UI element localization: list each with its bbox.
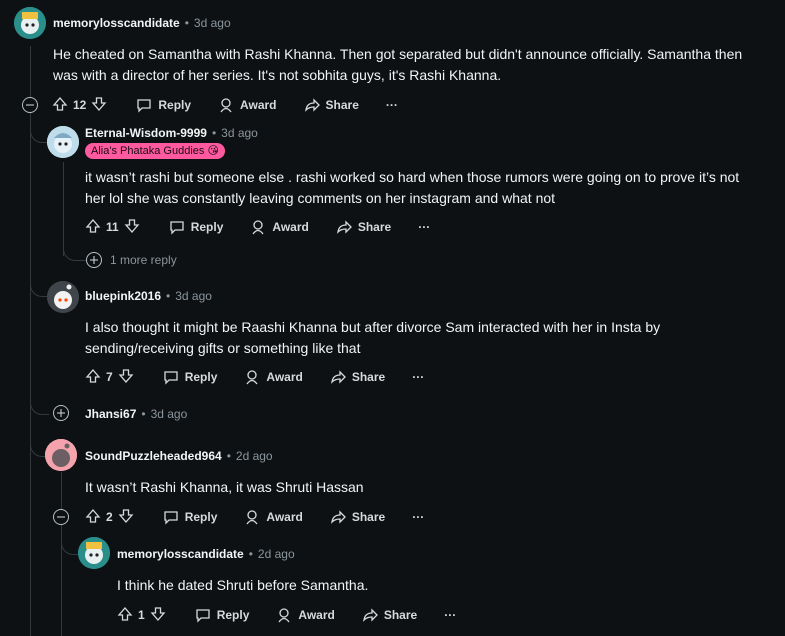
award-button[interactable]: Award bbox=[218, 97, 277, 113]
username[interactable]: SoundPuzzleheaded964 bbox=[85, 449, 222, 463]
comment-body: He cheated on Samantha with Rashi Khanna… bbox=[53, 46, 743, 83]
reply-button[interactable]: Reply bbox=[163, 509, 217, 525]
separator-dot: • bbox=[211, 126, 217, 140]
award-button[interactable]: Award bbox=[244, 509, 303, 525]
share-icon bbox=[304, 98, 320, 112]
downvote-icon[interactable] bbox=[118, 368, 134, 387]
username[interactable]: Eternal-Wisdom-9999 bbox=[85, 126, 207, 140]
more-replies-label: 1 more reply bbox=[110, 253, 177, 267]
avatar[interactable] bbox=[47, 126, 79, 158]
vote-score: 12 bbox=[73, 98, 87, 112]
award-icon bbox=[246, 370, 258, 385]
upvote-icon[interactable] bbox=[85, 508, 101, 527]
separator-dot: • bbox=[184, 16, 189, 30]
username[interactable]: bluepink2016 bbox=[85, 289, 161, 303]
upvote-icon[interactable] bbox=[117, 606, 133, 625]
downvote-icon[interactable] bbox=[91, 96, 107, 115]
reply-button[interactable]: Reply bbox=[136, 97, 191, 113]
share-icon bbox=[362, 608, 378, 622]
collapse-toggle[interactable] bbox=[22, 97, 38, 113]
reply-button[interactable]: Reply bbox=[169, 219, 223, 235]
share-icon bbox=[336, 220, 352, 234]
timestamp[interactable]: 2d ago bbox=[236, 449, 273, 463]
separator-dot: • bbox=[141, 407, 146, 421]
award-icon bbox=[220, 98, 232, 113]
share-button[interactable]: Share bbox=[330, 369, 385, 385]
expand-toggle[interactable] bbox=[53, 405, 69, 421]
more-options-button[interactable]: ··· bbox=[412, 370, 424, 384]
award-icon bbox=[278, 608, 290, 623]
reply-button[interactable]: Reply bbox=[195, 607, 249, 623]
collapse-toggle[interactable] bbox=[53, 509, 69, 525]
award-button[interactable]: Award bbox=[250, 219, 309, 235]
timestamp[interactable]: 2d ago bbox=[258, 547, 295, 561]
upvote-icon[interactable] bbox=[52, 96, 68, 115]
avatar[interactable] bbox=[78, 537, 110, 569]
comment-body: It wasn’t Rashi Khanna, it was Shruti Ha… bbox=[85, 479, 364, 495]
upvote-icon[interactable] bbox=[85, 368, 101, 387]
downvote-icon[interactable] bbox=[150, 606, 166, 625]
vote-score: 1 bbox=[138, 608, 145, 622]
share-button[interactable]: Share bbox=[304, 97, 359, 113]
award-icon bbox=[246, 510, 258, 525]
reply-icon bbox=[164, 371, 178, 385]
award-button[interactable]: Award bbox=[276, 607, 335, 623]
username[interactable]: Jhansi67 bbox=[85, 407, 136, 421]
separator-dot: • bbox=[166, 289, 171, 303]
vote-score: 11 bbox=[106, 220, 119, 234]
user-flair: Alia's Phataka Guddies 😘 bbox=[85, 143, 225, 159]
timestamp[interactable]: 3d ago bbox=[221, 126, 258, 140]
more-options-button[interactable]: ··· bbox=[412, 510, 424, 524]
expand-icon bbox=[86, 252, 102, 268]
timestamp[interactable]: 3d ago bbox=[194, 16, 231, 30]
timestamp[interactable]: 3d ago bbox=[151, 407, 188, 421]
avatar[interactable] bbox=[14, 7, 46, 39]
plus-icon bbox=[57, 409, 65, 417]
more-replies-link[interactable]: 1 more reply bbox=[86, 252, 177, 268]
more-options-button[interactable]: ··· bbox=[444, 608, 456, 622]
comment-body: I also thought it might be Raashi Khanna… bbox=[85, 319, 661, 356]
share-button[interactable]: Share bbox=[362, 607, 417, 623]
more-options-button[interactable]: ··· bbox=[386, 98, 398, 112]
separator-dot: • bbox=[248, 547, 253, 561]
username[interactable]: memorylosscandidate bbox=[53, 16, 180, 30]
username[interactable]: memorylosscandidate bbox=[117, 547, 244, 561]
share-button[interactable]: Share bbox=[336, 219, 391, 235]
reply-icon bbox=[170, 221, 184, 235]
upvote-icon[interactable] bbox=[85, 218, 101, 237]
share-button[interactable]: Share bbox=[330, 509, 385, 525]
share-icon bbox=[330, 510, 346, 524]
vote-score: 2 bbox=[106, 510, 113, 524]
downvote-icon[interactable] bbox=[124, 218, 140, 237]
reply-icon bbox=[164, 511, 178, 525]
award-icon bbox=[252, 220, 264, 235]
comment-body: it wasn’t rashi but someone else . rashi… bbox=[85, 169, 740, 206]
avatar[interactable] bbox=[45, 439, 77, 471]
minus-icon bbox=[57, 516, 65, 518]
award-button[interactable]: Award bbox=[244, 369, 303, 385]
reply-icon bbox=[196, 609, 210, 623]
vote-score: 7 bbox=[106, 370, 113, 384]
share-icon bbox=[330, 370, 346, 384]
timestamp[interactable]: 3d ago bbox=[175, 289, 212, 303]
downvote-icon[interactable] bbox=[118, 508, 134, 527]
avatar[interactable] bbox=[47, 281, 79, 313]
reply-icon bbox=[137, 99, 152, 113]
more-options-button[interactable]: ··· bbox=[418, 220, 430, 234]
minus-icon bbox=[26, 104, 34, 106]
reply-button[interactable]: Reply bbox=[163, 369, 217, 385]
separator-dot: • bbox=[226, 449, 231, 463]
comment-body: I think he dated Shruti before Samantha. bbox=[117, 577, 369, 593]
